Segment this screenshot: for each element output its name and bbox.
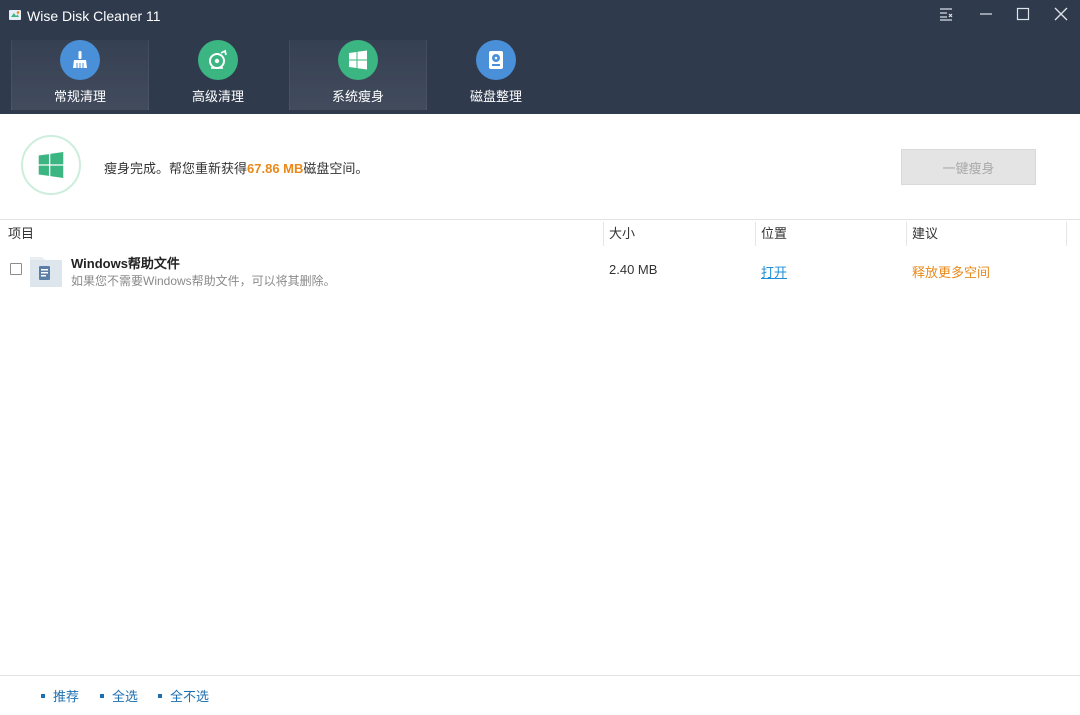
tab-label: 系统瘦身 bbox=[331, 89, 384, 104]
select-all-link[interactable]: 全选 bbox=[100, 686, 138, 705]
menu-button[interactable] bbox=[928, 0, 966, 28]
bullet-icon bbox=[100, 693, 104, 698]
close-button[interactable] bbox=[1042, 0, 1080, 28]
maximize-button[interactable] bbox=[1004, 0, 1042, 28]
minimize-icon bbox=[980, 13, 992, 15]
tab-label: 磁盘整理 bbox=[469, 89, 522, 104]
column-separator bbox=[603, 222, 604, 246]
summary-suffix: 磁盘空间。 bbox=[303, 161, 369, 176]
divider bbox=[0, 675, 1080, 676]
summary-prefix: 瘦身完成。帮您重新获得 bbox=[104, 161, 248, 176]
disk-scan-icon bbox=[198, 40, 238, 80]
column-separator bbox=[906, 222, 907, 246]
item-title: Windows帮助文件 bbox=[71, 256, 180, 271]
one-click-slim-button[interactable]: 一键瘦身 bbox=[901, 149, 1036, 185]
summary-panel: 瘦身完成。帮您重新获得67.86 MB磁盘空间。 一键瘦身 bbox=[0, 114, 1080, 220]
select-none-label: 全不选 bbox=[170, 689, 210, 704]
defrag-icon bbox=[476, 40, 516, 80]
help-file-folder-icon bbox=[30, 257, 62, 287]
tab-label: 常规清理 bbox=[53, 89, 106, 104]
tab-advanced-clean[interactable]: 高级清理 bbox=[150, 40, 286, 110]
recommend-link[interactable]: 推荐 bbox=[41, 686, 79, 705]
windows-icon bbox=[38, 152, 64, 178]
column-header-location[interactable]: 位置 bbox=[761, 220, 787, 248]
select-all-label: 全选 bbox=[112, 689, 139, 704]
minimize-button[interactable] bbox=[967, 0, 1005, 28]
table-row[interactable]: Windows帮助文件 如果您不需要Windows帮助文件，可以将其删除。 2.… bbox=[0, 250, 1080, 290]
app-header: Wise Disk Cleaner 11 常规清理 高级清理 系统瘦身 磁盘整理 bbox=[0, 0, 1080, 114]
window-title: Wise Disk Cleaner 11 bbox=[27, 8, 161, 24]
column-header-size[interactable]: 大小 bbox=[609, 220, 635, 248]
column-separator bbox=[755, 222, 756, 246]
broom-icon bbox=[60, 40, 100, 80]
item-advice: 释放更多空间 bbox=[912, 265, 991, 280]
select-none-link[interactable]: 全不选 bbox=[158, 686, 209, 705]
open-location-link[interactable]: 打开 bbox=[761, 262, 787, 281]
summary-message: 瘦身完成。帮您重新获得67.86 MB磁盘空间。 bbox=[104, 158, 368, 177]
tab-system-slim[interactable]: 系统瘦身 bbox=[289, 40, 427, 110]
column-separator bbox=[1066, 222, 1067, 246]
title-bar: Wise Disk Cleaner 11 bbox=[0, 0, 1080, 32]
tab-label: 高级清理 bbox=[191, 89, 244, 104]
maximize-icon bbox=[1016, 7, 1030, 21]
menu-icon bbox=[940, 8, 953, 21]
recommend-label: 推荐 bbox=[53, 689, 80, 704]
item-size: 2.40 MB bbox=[609, 262, 658, 277]
row-checkbox[interactable] bbox=[10, 263, 22, 275]
close-icon bbox=[1054, 7, 1068, 21]
tab-common-clean[interactable]: 常规清理 bbox=[11, 40, 149, 110]
item-description: 如果您不需要Windows帮助文件，可以将其删除。 bbox=[71, 274, 336, 288]
bullet-icon bbox=[41, 693, 45, 698]
column-header-advice[interactable]: 建议 bbox=[912, 220, 938, 248]
main-toolbar: 常规清理 高级清理 系统瘦身 磁盘整理 bbox=[0, 40, 1080, 112]
bullet-icon bbox=[158, 693, 162, 698]
windows-icon bbox=[338, 40, 378, 80]
column-header-item[interactable]: 项目 bbox=[8, 220, 34, 248]
tab-defrag[interactable]: 磁盘整理 bbox=[428, 40, 564, 110]
app-logo-icon bbox=[9, 10, 21, 20]
summary-badge bbox=[21, 135, 81, 195]
reclaimed-amount: 67.86 MB bbox=[247, 161, 304, 176]
